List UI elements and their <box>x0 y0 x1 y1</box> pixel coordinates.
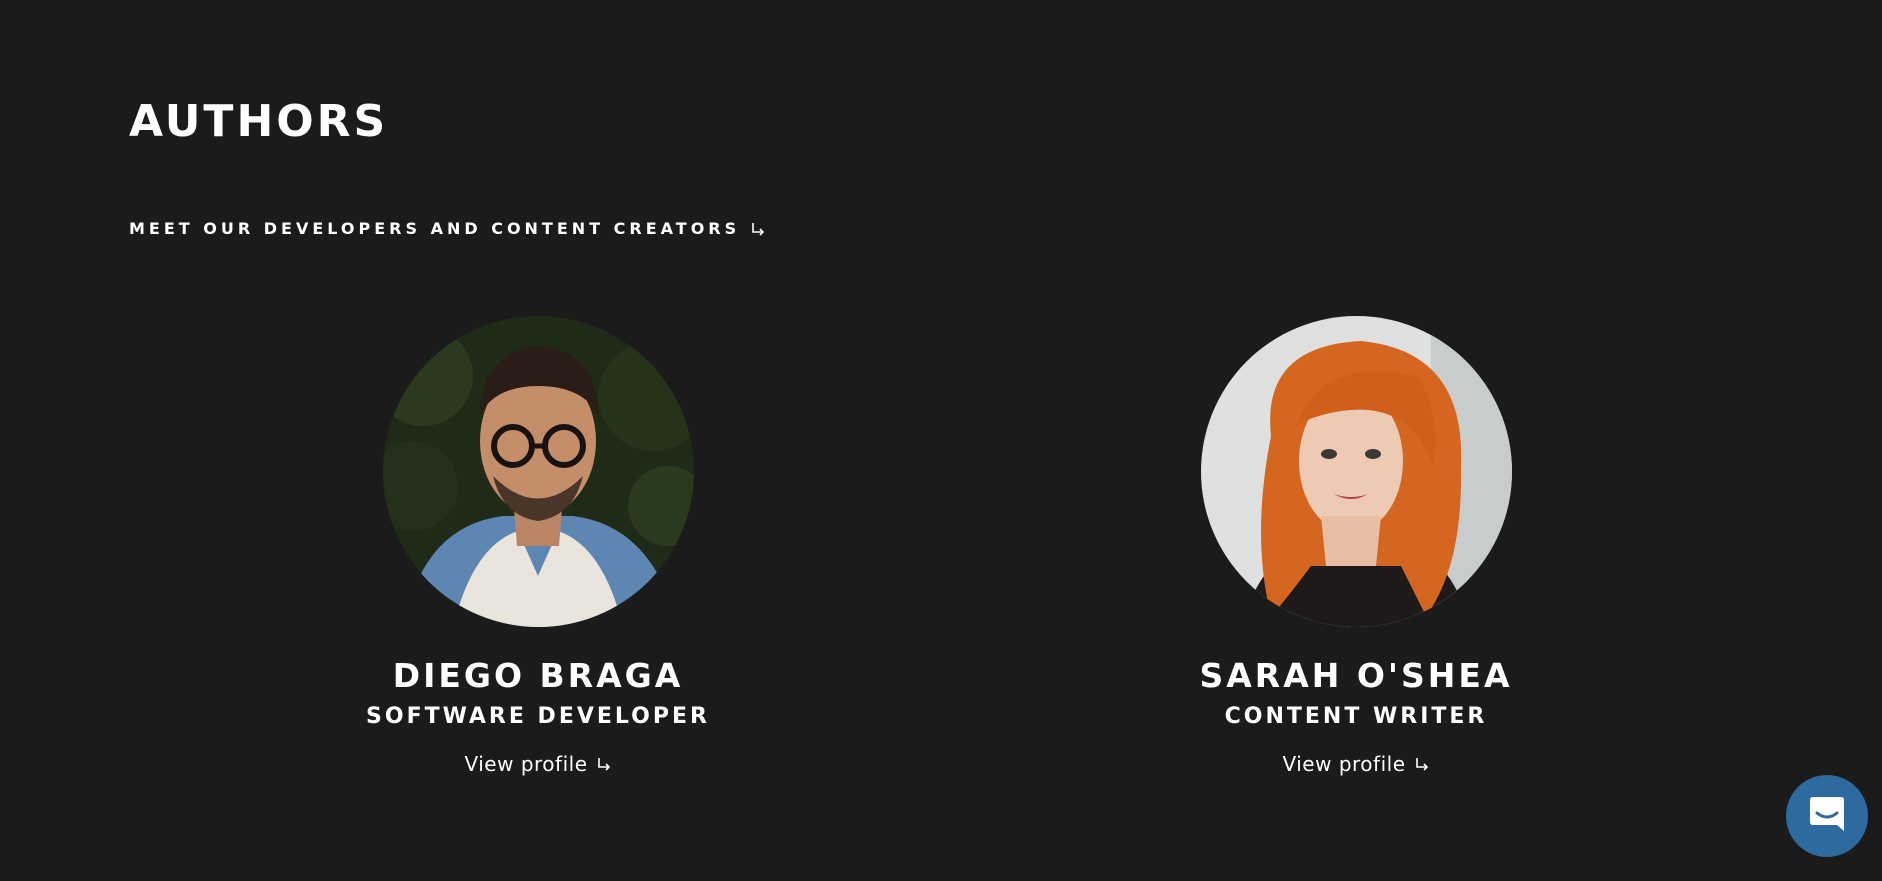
arrow-down-right-icon <box>1414 756 1430 772</box>
view-profile-link[interactable]: View profile <box>465 754 612 774</box>
author-role: CONTENT WRITER <box>1224 704 1488 729</box>
view-profile-label: View profile <box>1282 752 1406 776</box>
view-profile-label: View profile <box>464 752 588 776</box>
section-subtitle: MEET OUR DEVELOPERS AND CONTENT CREATORS <box>129 221 766 237</box>
chat-icon <box>1807 794 1847 838</box>
author-card: SARAH O'SHEA CONTENT WRITER View profile <box>1146 316 1566 775</box>
authors-page: AUTHORS MEET OUR DEVELOPERS AND CONTENT … <box>0 0 1882 881</box>
author-name: DIEGO BRAGA <box>392 656 684 695</box>
arrow-down-right-icon <box>750 221 766 237</box>
avatar[interactable] <box>382 316 694 627</box>
subtitle-text: MEET OUR DEVELOPERS AND CONTENT CREATORS <box>129 219 741 238</box>
page-title: AUTHORS <box>129 96 389 147</box>
avatar[interactable] <box>1200 316 1512 627</box>
author-card: DIEGO BRAGA SOFTWARE DEVELOPER View prof… <box>328 316 748 775</box>
arrow-down-right-icon <box>596 756 612 772</box>
author-name: SARAH O'SHEA <box>1199 656 1513 695</box>
chat-launcher-button[interactable] <box>1786 775 1868 857</box>
view-profile-link[interactable]: View profile <box>1283 754 1430 774</box>
author-role: SOFTWARE DEVELOPER <box>366 704 710 729</box>
